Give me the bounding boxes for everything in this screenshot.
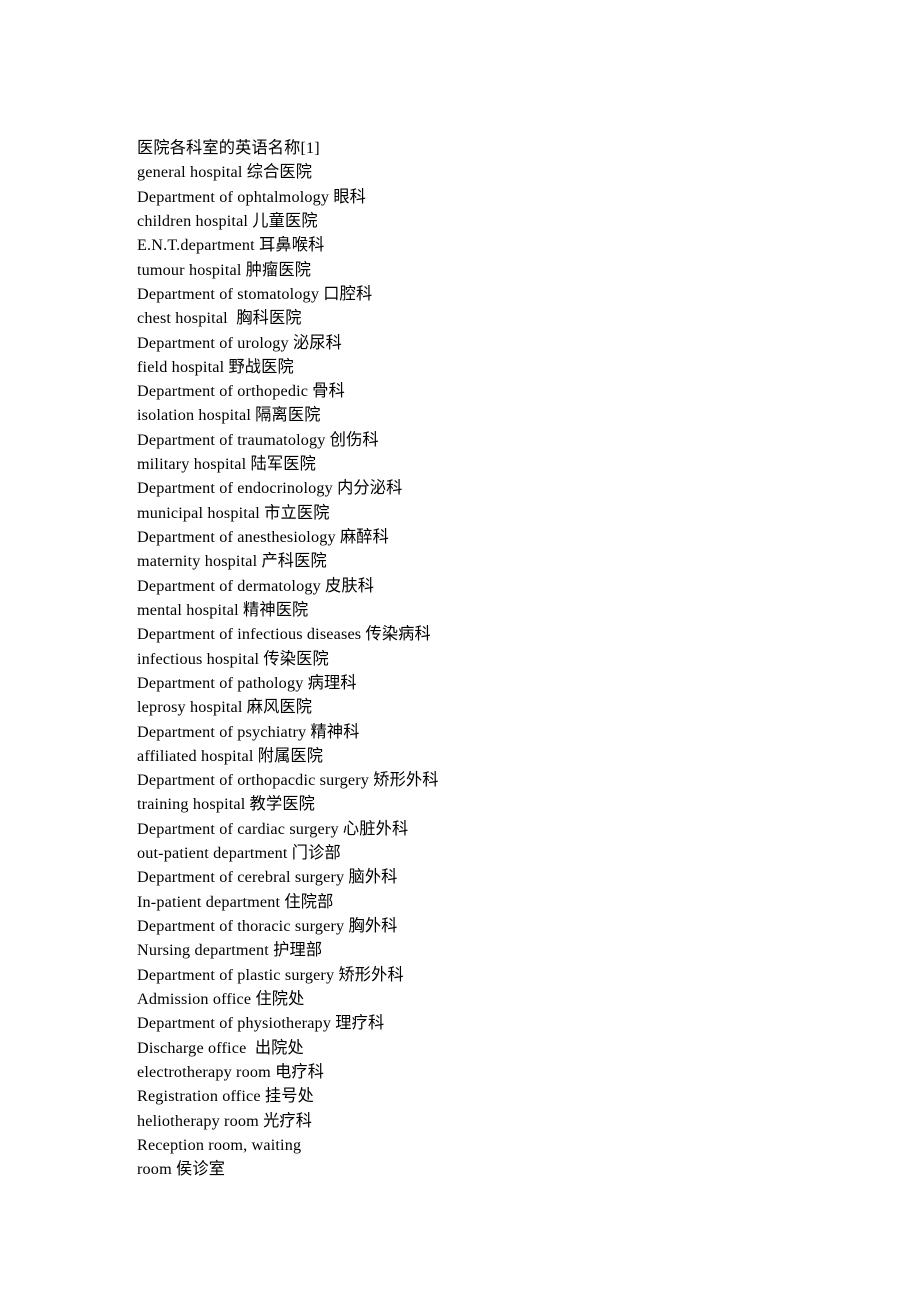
document-line: Department of physiotherapy 理疗科 [137, 1014, 385, 1033]
document-line: maternity hospital 产科医院 [137, 552, 327, 571]
document-line: electrotherapy room 电疗科 [137, 1062, 325, 1081]
document-line: room 侯诊室 [137, 1160, 226, 1179]
document-line: Department of cerebral surgery 脑外科 [137, 868, 398, 887]
document-line: Department of thoracic surgery 胸外科 [137, 917, 398, 935]
document-line: Department of plastic surgery 矫形外科 [137, 965, 404, 984]
document-line: In-patient department 住院部 [137, 892, 334, 911]
document-line: field hospital 野战医院 [137, 357, 294, 376]
document-line: Department of endocrinology 内分泌科 [137, 479, 403, 498]
document-line: Department of dermatology 皮肤科 [137, 576, 375, 595]
document-line: Department of orthopacdic surgery 矫形外科 [137, 771, 439, 790]
document-line: mental hospital 精神医院 [137, 600, 309, 619]
document-text-body: 医院各科室的英语名称[1] general hospital 综合医院 Depart… [137, 136, 837, 1181]
document-line: affiliated hospital 附属医院 [137, 746, 324, 765]
document-line: Department of urology 泌尿科 [137, 333, 343, 352]
document-line: heliotherapy room 光疗科 [137, 1111, 313, 1130]
document-line: E.N.T.department 耳鼻喉科 [137, 236, 325, 255]
document-line: Department of anesthesiology 麻醉科 [137, 528, 389, 546]
document-line: Nursing department 护理部 [137, 941, 323, 960]
document-line: tumour hospital 肿瘤医院 [137, 260, 312, 279]
document-line: Department of cardiac surgery 心脏外科 [137, 819, 409, 838]
document-page: 医院各科室的英语名称[1] general hospital 综合医院 Depart… [0, 0, 920, 1302]
document-line: Department of pathology 病理科 [137, 673, 357, 692]
document-line: children hospital 儿童医院 [137, 211, 318, 230]
document-line: Department of psychiatry 精神科 [137, 722, 360, 741]
document-line: Registration office 挂号处 [137, 1087, 314, 1106]
document-line: Department of infectious diseases 传染病科 [137, 625, 431, 644]
document-line: training hospital 教学医院 [137, 795, 316, 814]
document-line: general hospital 综合医院 [137, 163, 313, 182]
document-line: Discharge office 出院处 [137, 1038, 304, 1057]
document-line: Department of orthopedic 骨科 [137, 382, 346, 401]
document-line: chest hospital 胸科医院 [137, 309, 302, 328]
document-line: out-patient department 门诊部 [137, 844, 341, 863]
document-line: Department of stomatology 口腔科 [137, 284, 373, 303]
document-line: Reception room, waiting [137, 1135, 302, 1154]
document-line: leprosy hospital 麻风医院 [137, 698, 313, 717]
document-title-line: 医院各科室的英语名称[1] [137, 139, 320, 157]
document-line: municipal hospital 市立医院 [137, 503, 330, 522]
document-line: infectious hospital 传染医院 [137, 649, 329, 668]
document-line: military hospital 陆军医院 [137, 455, 316, 474]
document-line: Department of traumatology 创伤科 [137, 430, 379, 449]
document-line: Admission office 住院处 [137, 989, 305, 1008]
document-line: Department of ophtalmology 眼科 [137, 187, 367, 206]
document-line: isolation hospital 隔离医院 [137, 406, 321, 425]
